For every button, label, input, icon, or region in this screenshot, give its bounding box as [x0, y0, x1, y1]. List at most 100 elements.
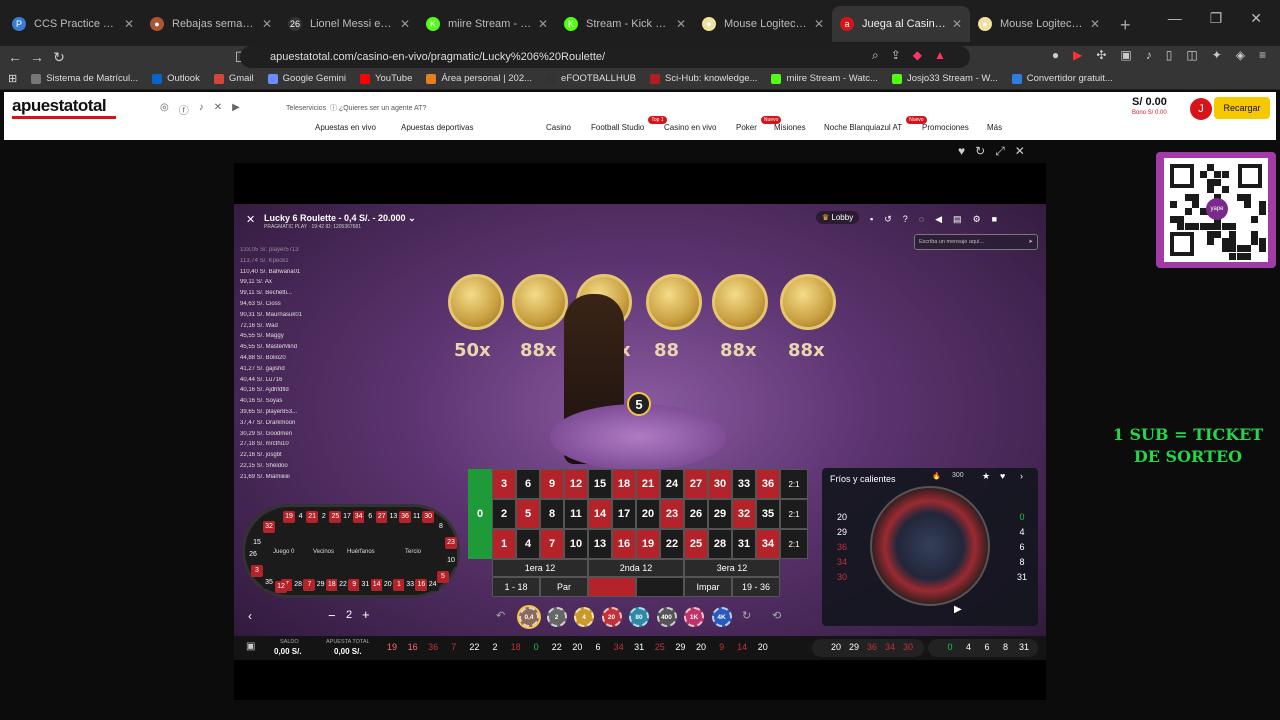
close-tab-icon[interactable]: ✕ — [538, 17, 548, 31]
bet-number[interactable]: 14 — [588, 499, 612, 529]
race-number[interactable]: 33 — [404, 579, 417, 591]
race-number[interactable]: 23 — [445, 537, 457, 549]
bet-number[interactable]: 18 — [612, 469, 636, 499]
puzzle-icon[interactable]: ✣ — [1096, 48, 1106, 62]
back-icon[interactable]: ← — [4, 49, 26, 65]
recargar-button[interactable]: Recargar — [1214, 97, 1270, 119]
race-number[interactable]: 6 — [364, 511, 377, 523]
chip-2[interactable]: 2 — [546, 607, 567, 627]
bet-outside[interactable] — [636, 577, 684, 597]
nav-apuestas-en-vivo[interactable]: Apuestas en vivo — [315, 123, 401, 132]
bet-number[interactable]: 27 — [684, 469, 708, 499]
menu-icon[interactable]: ≡ — [1259, 48, 1266, 62]
browser-tab[interactable]: K Stream - Kick Dashboard ✕ — [556, 6, 694, 42]
race-number[interactable]: 31 — [359, 579, 372, 591]
race-label[interactable]: Juego 0 — [273, 549, 294, 555]
browser-tab[interactable]: 26 Lionel Messi eFOOTBALLHUB ✕ — [280, 6, 418, 42]
browser-tab[interactable]: Kmiire Stream - Watch Live on ✕ — [418, 6, 556, 42]
bet-number[interactable]: 34 — [756, 529, 780, 559]
increase-button[interactable]: + — [362, 607, 370, 622]
bet-dozen[interactable]: 3era 12 — [684, 559, 780, 577]
close-tab-icon[interactable]: ✕ — [676, 17, 686, 31]
close-tab-icon[interactable]: ✕ — [814, 17, 824, 31]
rewards-icon[interactable]: ▲ — [934, 48, 946, 63]
bet-outside[interactable]: 19 - 36 — [732, 577, 780, 597]
bookmark-item[interactable]: Sci-Hub: knowledge... — [650, 73, 757, 84]
send-icon[interactable]: ➤ — [1028, 239, 1033, 245]
bet-number[interactable]: 20 — [636, 499, 660, 529]
extension-icon[interactable]: ● — [1052, 48, 1059, 62]
close-tab-icon[interactable]: ✕ — [400, 17, 410, 31]
close-tab-icon[interactable]: ✕ — [952, 17, 962, 31]
brave-icon[interactable]: ◆ — [913, 48, 922, 63]
bet-number[interactable]: 32 — [732, 499, 756, 529]
teleservicios[interactable]: Teleservicios ⓘ ¿Quieres ser un agente A… — [286, 103, 426, 113]
bookmark-item[interactable]: YouTube — [360, 73, 412, 84]
wallet-icon[interactable]: ▣ — [1120, 48, 1131, 62]
bet-number[interactable]: 12 — [564, 469, 588, 499]
history-icon[interactable]: ↺ — [884, 214, 892, 225]
race-number[interactable]: 27 — [375, 511, 388, 523]
race-number[interactable]: 14 — [370, 579, 383, 591]
bet-dozen[interactable]: 2nda 12 — [588, 559, 684, 577]
chip-80[interactable]: 80 — [629, 607, 649, 627]
race-number[interactable]: 2 — [317, 511, 330, 523]
chip-400[interactable]: 400 — [656, 607, 677, 627]
bookmark-item[interactable]: Convertidor gratuit... — [1011, 73, 1113, 84]
fullscreen-icon[interactable]: ⤢ — [995, 144, 1005, 159]
chat-icon[interactable]: ▪ — [870, 214, 873, 225]
race-number[interactable]: 26 — [247, 549, 259, 561]
bet-number[interactable]: 15 — [588, 469, 612, 499]
race-number[interactable]: 1 — [393, 579, 405, 591]
bet-number[interactable]: 9 — [540, 469, 564, 499]
bet-number[interactable]: 19 — [636, 529, 660, 559]
decrease-button[interactable]: − — [328, 608, 336, 623]
nav-football-studio[interactable]: Football StudioTop 1 — [591, 116, 667, 132]
tiktok-icon[interactable]: ♪ — [199, 102, 204, 117]
vpn-icon[interactable]: ◈ — [1236, 48, 1245, 62]
bet-dozen[interactable]: 1era 12 — [492, 559, 588, 577]
bookmark-item[interactable]: Área personal | 202... — [426, 73, 532, 84]
race-label[interactable]: Vecinos — [313, 549, 334, 555]
bet-number[interactable]: 6 — [516, 469, 540, 499]
bet-number[interactable]: 36 — [756, 469, 780, 499]
chat-input[interactable]: Escriba un mensaje aquí... ➤ — [914, 234, 1038, 250]
support-icon[interactable]: ◌ — [919, 214, 924, 225]
race-number[interactable]: 9 — [348, 579, 361, 591]
double-icon[interactable]: ⟲ — [772, 609, 781, 622]
bet-column[interactable]: 2:1 — [780, 529, 808, 559]
race-number[interactable]: 21 — [306, 511, 319, 523]
nav-casino[interactable]: Casino — [546, 123, 591, 132]
bet-number[interactable]: 23 — [660, 499, 684, 529]
instagram-icon[interactable]: ◎ — [160, 102, 169, 117]
bet-number[interactable]: 11 — [564, 499, 588, 529]
camera-icon[interactable]: ■ — [992, 214, 997, 225]
race-number[interactable]: 8 — [435, 521, 447, 533]
search-icon[interactable]: ⌕ — [872, 48, 879, 63]
bet-number[interactable]: 24 — [660, 469, 684, 499]
browser-tab[interactable]: P CCS Practice Test Materials ✕ — [4, 6, 142, 42]
bet-number[interactable]: 17 — [612, 499, 636, 529]
sound-icon[interactable]: ◀ — [935, 214, 942, 225]
close-tab-icon[interactable]: ✕ — [262, 17, 272, 31]
refresh-icon[interactable]: ↻ — [975, 144, 985, 159]
bookmark-item[interactable]: Google Gemini — [267, 73, 346, 84]
agent-question[interactable]: ¿Quieres ser un agente AT? — [339, 105, 426, 112]
race-number[interactable]: 4 — [294, 511, 307, 523]
bookmark-item[interactable]: miire Stream - Watc... — [771, 73, 878, 84]
star-icon[interactable]: ★ — [982, 471, 990, 482]
bet-number[interactable]: 22 — [660, 529, 684, 559]
close-icon[interactable]: ✕ — [1015, 144, 1025, 159]
nav-noche-blanquiazul-at[interactable]: Noche Blanquiazul ATNuevo — [824, 116, 927, 132]
wallet-icon[interactable]: ▣ — [246, 641, 255, 652]
bookmark-item[interactable]: Sistema de Matrícul... — [31, 73, 138, 84]
race-number[interactable]: 3 — [251, 565, 263, 577]
browser-tab[interactable]: a Juega al Casino en vivo O ✕ — [832, 6, 970, 42]
chip-4k[interactable]: 4K — [711, 607, 732, 627]
x-icon[interactable]: ✕ — [214, 102, 222, 117]
leo-icon[interactable]: ✦ — [1212, 48, 1222, 62]
bet-outside[interactable] — [588, 577, 636, 597]
bet-zero[interactable]: 0 — [468, 469, 492, 559]
race-number[interactable]: 12 — [275, 581, 287, 593]
settings-icon[interactable]: ⚙ — [973, 214, 981, 225]
